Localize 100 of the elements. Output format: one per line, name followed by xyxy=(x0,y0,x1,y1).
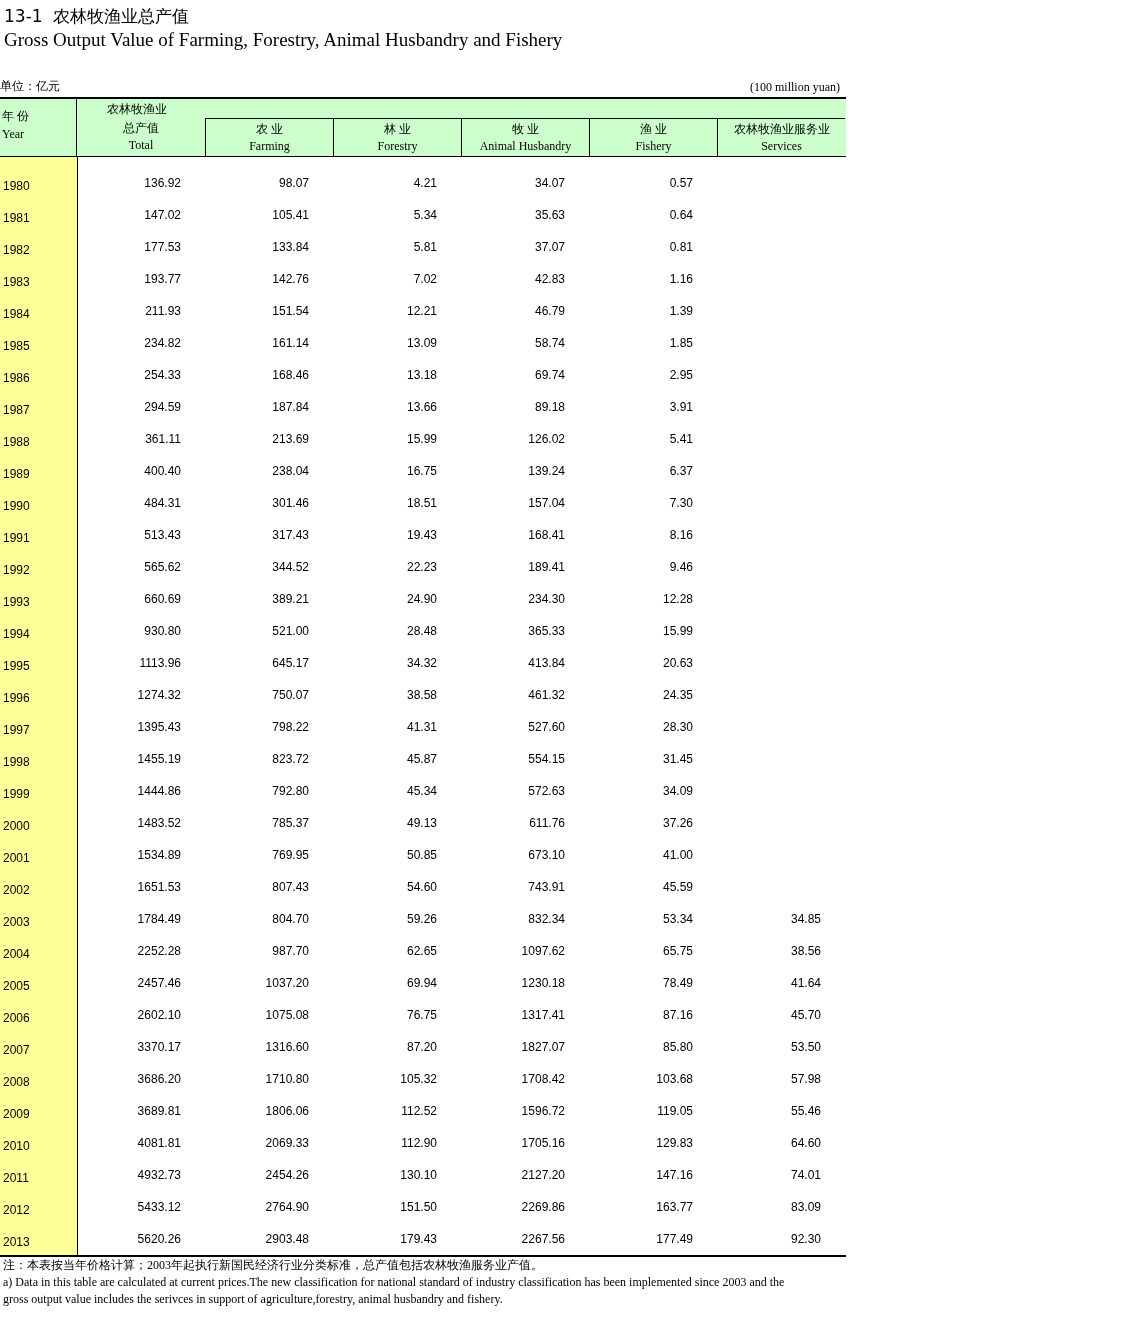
column-header: Fishery xyxy=(635,137,672,155)
table-cell: 64.60 xyxy=(790,1136,821,1150)
table-cell: 1806.06 xyxy=(265,1104,309,1118)
year-cell-text: 1996 xyxy=(2,690,31,705)
table-cell: 89.18 xyxy=(534,400,565,414)
table-cell: 12.28 xyxy=(662,592,693,606)
table-cell: 34.32 xyxy=(406,656,437,670)
table-cell: 147.16 xyxy=(656,1168,693,1182)
table-cell: 484.31 xyxy=(144,496,181,510)
table-cell: 31.45 xyxy=(662,752,693,766)
table-cell: 769.95 xyxy=(272,848,309,862)
table-cell: 45.34 xyxy=(406,784,437,798)
table-cell: 168.41 xyxy=(528,528,565,542)
table-cell: 1274.32 xyxy=(137,688,181,702)
table-cell: 1596.72 xyxy=(521,1104,565,1118)
table-cell: 2764.90 xyxy=(265,1200,309,1214)
table-cell: 83.09 xyxy=(790,1200,821,1214)
table-cell: 611.76 xyxy=(529,816,565,830)
table-cell: 1710.80 xyxy=(265,1072,309,1086)
table-cell: 8.16 xyxy=(669,528,693,542)
year-cell-text: 1980 xyxy=(2,178,31,193)
table-cell: 151.54 xyxy=(272,304,309,318)
table-cell: 513.43 xyxy=(144,528,181,542)
table-cell: 5620.26 xyxy=(137,1232,181,1246)
table-cell: 13.66 xyxy=(406,400,437,414)
table-cell: 2903.48 xyxy=(265,1232,309,1246)
column-header: Services xyxy=(761,137,802,155)
table-cell: 168.46 xyxy=(272,368,309,382)
table-cell: 7.30 xyxy=(669,496,693,510)
table-cell: 0.57 xyxy=(669,176,693,190)
column-header: Farming xyxy=(249,137,290,155)
column-header: 渔 业 xyxy=(639,120,668,138)
table-cell: 45.87 xyxy=(406,752,437,766)
table-cell: 832.34 xyxy=(528,912,565,926)
table-cell: 92.30 xyxy=(790,1232,821,1246)
year-cell-text: 2010 xyxy=(2,1138,31,1153)
table-cell: 53.50 xyxy=(790,1040,821,1054)
table-cell: 0.81 xyxy=(669,240,693,254)
column-header: Forestry xyxy=(377,137,418,155)
table-cell: 413.84 xyxy=(528,656,565,670)
footnote: 注：本表按当年价格计算；2003年起执行新国民经济行业分类标准，总产值包括农林牧渔服务业产值。 xyxy=(3,1257,544,1274)
table-cell: 41.00 xyxy=(662,848,693,862)
table-cell: 187.84 xyxy=(272,400,309,414)
table-cell: 238.04 xyxy=(272,464,309,478)
column-header: 年 份 xyxy=(2,108,30,125)
table-cell: 46.79 xyxy=(534,304,565,318)
year-cell-text: 2004 xyxy=(2,946,31,961)
table-cell: 2454.26 xyxy=(265,1168,309,1182)
table-cell: 69.94 xyxy=(406,976,437,990)
table-cell: 37.07 xyxy=(534,240,565,254)
table-cell: 2602.10 xyxy=(137,1008,181,1022)
table-cell: 65.75 xyxy=(662,944,693,958)
table-cell: 527.60 xyxy=(528,720,565,734)
table-cell: 53.34 xyxy=(662,912,693,926)
table-cell: 2252.28 xyxy=(137,944,181,958)
table-cell: 37.26 xyxy=(662,816,693,830)
table-cell: 294.59 xyxy=(144,400,181,414)
table-cell: 5433.12 xyxy=(137,1200,181,1214)
table-cell: 823.72 xyxy=(272,752,309,766)
table-number: 13-1 xyxy=(4,6,43,26)
table-subtitle: Gross Output Value of Farming, Forestry, Animal Husbandry and Fishery xyxy=(4,29,564,51)
table-cell: 62.65 xyxy=(406,944,437,958)
table-cell: 572.63 xyxy=(528,784,565,798)
table-cell: 87.20 xyxy=(406,1040,437,1054)
table-cell: 133.84 xyxy=(272,240,309,254)
table-cell: 85.80 xyxy=(662,1040,693,1054)
table-cell: 58.74 xyxy=(534,336,565,350)
table-cell: 161.14 xyxy=(272,336,309,350)
table-cell: 189.41 xyxy=(528,560,565,574)
table-cell: 179.43 xyxy=(400,1232,437,1246)
table-cell: 804.70 xyxy=(272,912,309,926)
table-cell: 807.43 xyxy=(272,880,309,894)
table-cell: 3686.20 xyxy=(137,1072,181,1086)
year-cell-text: 1988 xyxy=(2,434,31,449)
table-cell: 987.70 xyxy=(272,944,309,958)
year-cell-text: 2007 xyxy=(2,1042,31,1057)
year-cell-text: 2013 xyxy=(2,1234,31,1249)
table-cell: 2.95 xyxy=(669,368,693,382)
table-cell: 1827.07 xyxy=(521,1040,565,1054)
year-cell-text: 2000 xyxy=(2,818,31,833)
table-cell: 792.80 xyxy=(272,784,309,798)
year-cell-text: 1997 xyxy=(2,722,31,737)
table-cell: 34.09 xyxy=(662,784,693,798)
table-cell: 87.16 xyxy=(662,1008,693,1022)
table-cell: 34.85 xyxy=(790,912,821,926)
table-cell: 798.22 xyxy=(272,720,309,734)
unit-label: (100 million yuan) xyxy=(750,80,841,95)
table-cell: 3370.17 xyxy=(137,1040,181,1054)
table-cell: 211.93 xyxy=(145,304,181,318)
table-cell: 38.58 xyxy=(406,688,437,702)
table-cell: 1097.62 xyxy=(521,944,565,958)
year-cell-text: 1983 xyxy=(2,274,31,289)
table-cell: 22.23 xyxy=(406,560,437,574)
table-cell: 565.62 xyxy=(144,560,181,574)
year-cell-text: 1985 xyxy=(2,338,31,353)
table-cell: 743.91 xyxy=(528,880,565,894)
table-cell: 2069.33 xyxy=(265,1136,309,1150)
column-header: Year xyxy=(2,126,25,143)
table-title: 农林牧渔业总产值 xyxy=(52,4,189,28)
table-cell: 301.46 xyxy=(272,496,309,510)
